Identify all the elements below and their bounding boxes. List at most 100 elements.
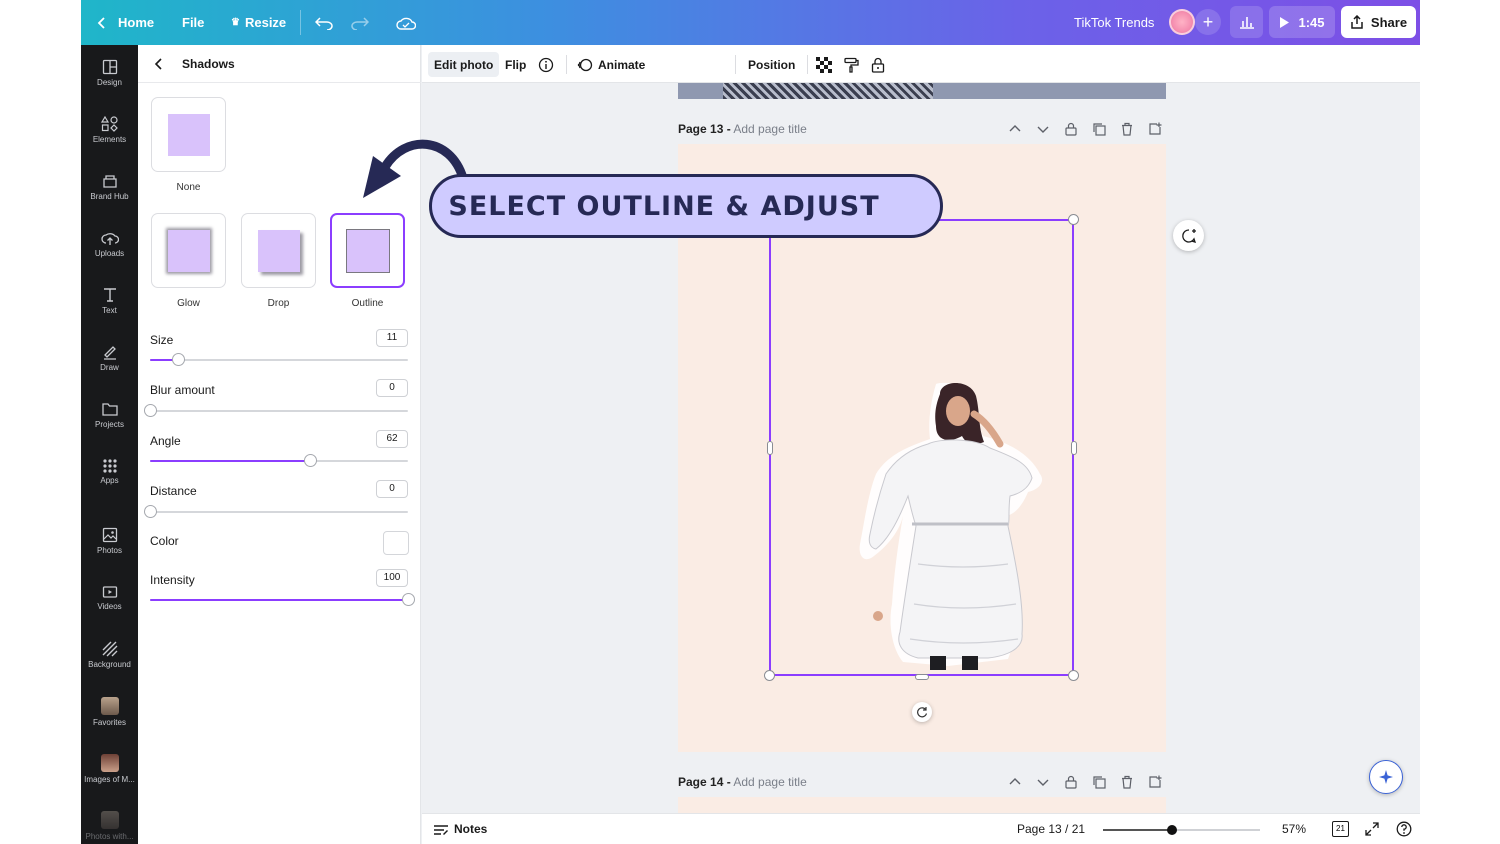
magic-assistant-button[interactable] (1369, 760, 1403, 794)
flip-button[interactable]: Flip (499, 52, 532, 77)
transparency-icon (816, 56, 832, 73)
slider-knob[interactable] (144, 505, 157, 518)
edit-photo-button[interactable]: Edit photo (428, 52, 500, 77)
duplicate-icon[interactable] (1092, 775, 1106, 789)
lock-icon[interactable] (1064, 122, 1078, 136)
previous-page-preview[interactable] (678, 83, 1166, 99)
help-button[interactable] (1396, 821, 1412, 842)
zoom-slider[interactable] (1103, 825, 1260, 835)
angle-input[interactable]: 62 (376, 430, 408, 448)
chevron-left-icon (97, 16, 105, 29)
zoom-level[interactable]: 57% (1282, 822, 1306, 836)
intensity-input[interactable]: 100 (376, 569, 408, 587)
copy-style-button[interactable] (837, 52, 865, 77)
distance-input[interactable]: 0 (376, 480, 408, 498)
size-input[interactable]: 11 (376, 329, 408, 347)
rail-item-text[interactable]: Text (81, 276, 138, 326)
slider-knob[interactable] (303, 454, 317, 467)
rail-item-brand-hub[interactable]: Brand Hub (81, 162, 138, 212)
size-slider[interactable] (150, 353, 408, 366)
shadow-option-none[interactable] (151, 97, 226, 172)
page-title-input[interactable]: Add page title (733, 775, 806, 789)
share-button[interactable]: Share (1341, 6, 1416, 38)
slider-fill (150, 460, 310, 462)
shadow-option-glow[interactable] (151, 213, 226, 288)
grid-view-button[interactable]: 21 (1332, 821, 1349, 837)
slider-knob[interactable] (402, 593, 415, 606)
home-button[interactable]: Home (96, 0, 154, 45)
chevron-up-icon[interactable] (1008, 122, 1022, 136)
back-button[interactable] (154, 57, 164, 76)
position-button[interactable]: Position (742, 52, 801, 77)
notes-button[interactable]: Notes (454, 822, 487, 836)
bar-chart-icon (1239, 17, 1254, 29)
rail-item-design[interactable]: Design (81, 48, 138, 98)
rail-item-elements[interactable]: Elements (81, 105, 138, 155)
rail-item-favorites[interactable]: Favorites (81, 687, 138, 737)
side-rail: Design Elements Brand Hub Uploads Text D… (81, 45, 138, 844)
add-collaborator-button[interactable]: + (1195, 9, 1221, 35)
cloud-save-button[interactable] (396, 0, 416, 45)
present-button[interactable]: 1:45 (1269, 6, 1335, 38)
rail-item-apps[interactable]: Apps (81, 447, 138, 497)
chevron-left-icon (154, 58, 162, 70)
page-counter[interactable]: Page 13 / 21 (1017, 822, 1085, 836)
rail-label: Text (102, 306, 117, 315)
rail-item-photos[interactable]: Photos (81, 516, 138, 566)
blur-slider[interactable] (144, 404, 408, 417)
add-page-icon[interactable] (1148, 122, 1162, 136)
resize-handle-bottom-right[interactable] (1068, 670, 1079, 681)
selection-box[interactable] (769, 219, 1074, 676)
rail-item-images-folder[interactable]: Images of M... (81, 744, 138, 794)
option-label: Drop (267, 298, 290, 309)
resize-handle-bottom-left[interactable] (764, 670, 775, 681)
rotate-handle[interactable] (912, 702, 932, 722)
insights-button[interactable] (1230, 6, 1263, 38)
rail-item-videos[interactable]: Videos (81, 573, 138, 623)
distance-slider[interactable] (144, 505, 408, 518)
resize-handle-top-right[interactable] (1068, 214, 1079, 225)
resize-handle-right[interactable] (1071, 441, 1077, 455)
transparency-button[interactable] (810, 52, 838, 77)
lock-button[interactable] (865, 52, 891, 77)
color-swatch[interactable] (383, 531, 409, 555)
option-label: Glow (177, 298, 200, 309)
resize-button[interactable]: ♛ Resize (231, 0, 286, 45)
redo-button[interactable] (351, 0, 369, 45)
slider-knob[interactable] (172, 353, 186, 366)
resize-handle-left[interactable] (767, 441, 773, 455)
chevron-down-icon[interactable] (1036, 775, 1050, 789)
slider-knob[interactable] (144, 404, 157, 417)
draw-icon (103, 346, 116, 360)
blur-input[interactable]: 0 (376, 379, 408, 397)
angle-slider[interactable] (150, 454, 408, 467)
trash-icon[interactable] (1120, 122, 1134, 136)
shadow-option-drop[interactable] (241, 213, 316, 288)
rail-item-projects[interactable]: Projects (81, 390, 138, 440)
undo-button[interactable] (315, 0, 333, 45)
add-page-icon[interactable] (1148, 775, 1162, 789)
chevron-up-icon[interactable] (1008, 775, 1022, 789)
duplicate-icon[interactable] (1092, 122, 1106, 136)
rail-item-uploads[interactable]: Uploads (81, 219, 138, 269)
comment-button[interactable] (1173, 220, 1204, 251)
blur-label: Blur amount (150, 383, 215, 397)
info-button[interactable] (532, 52, 560, 77)
animate-button[interactable]: Animate (571, 52, 651, 77)
shadow-option-outline[interactable] (330, 213, 405, 288)
rail-item-photos-folder[interactable]: Photos with... (81, 801, 138, 844)
fullscreen-button[interactable] (1365, 822, 1379, 841)
resize-handle-bottom[interactable] (915, 674, 929, 680)
zoom-slider-knob[interactable] (1167, 825, 1178, 835)
file-menu[interactable]: File (182, 0, 204, 45)
rail-item-background[interactable]: Background (81, 630, 138, 680)
chevron-down-icon[interactable] (1036, 122, 1050, 136)
page-title-input[interactable]: Add page title (733, 122, 806, 136)
rail-label: Draw (100, 363, 119, 372)
trash-icon[interactable] (1120, 775, 1134, 789)
lock-icon[interactable] (1064, 775, 1078, 789)
intensity-slider[interactable] (150, 593, 415, 606)
avatar[interactable] (1169, 9, 1195, 35)
project-title[interactable]: TikTok Trends (1074, 0, 1154, 45)
rail-item-draw[interactable]: Draw (81, 333, 138, 383)
